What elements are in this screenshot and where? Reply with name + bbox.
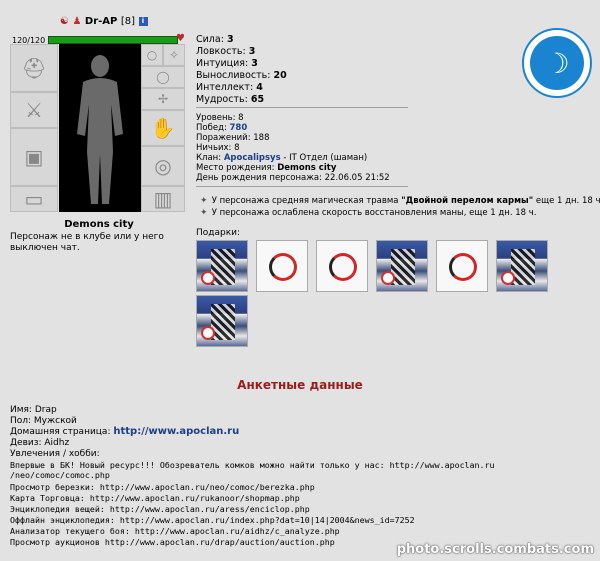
profile-homepage: Домашняя страница: http://www.apoclan.ru	[10, 426, 240, 437]
info-draws: Ничьих: 8	[196, 143, 240, 153]
equipment-paperdoll: ⛑ ⚔ ▣ ▭ ○ ✧ ◯ ✢ ✋ ◎ ▥	[10, 44, 188, 216]
clan-emblem-icon: ☽	[530, 36, 584, 90]
info-clan: Клан: Apocalipsys - IT Отдел (шаман)	[196, 153, 368, 163]
info-level: Уровень: 8	[196, 113, 244, 123]
gift-item[interactable]	[196, 295, 248, 347]
hobby-line: Энциклопедия вещей: http://www.apoclan.r…	[10, 504, 310, 514]
swirl-icon	[449, 253, 477, 281]
effect-trauma: ✦ У персонажа средняя магическая травма …	[200, 196, 600, 206]
homepage-link[interactable]: http://www.apoclan.ru	[113, 426, 239, 437]
gloves-icon: ✋	[150, 116, 176, 140]
gift-item[interactable]	[376, 240, 428, 292]
earring-slot[interactable]: ○	[141, 44, 163, 66]
body-silhouette-icon	[77, 55, 123, 204]
clan-icon[interactable]: ♟	[72, 16, 81, 27]
status-text: Персонаж не в клубе или у него выключен …	[10, 232, 164, 253]
info-birthday: День рождения персонажа: 22.06.05 21:52	[196, 173, 390, 183]
character-name: Dr-AP	[84, 16, 118, 27]
swirl-icon	[329, 253, 357, 281]
gift-item[interactable]	[436, 240, 488, 292]
clan-emblem[interactable]: ☽	[522, 28, 592, 98]
effect-mana: ✦ У персонажа ослаблена скорость восстан…	[200, 208, 537, 218]
watermark: photo.scrolls.combats.com	[396, 542, 594, 557]
hobby-line: Карта Торговца: http://www.apoclan.ru/ru…	[10, 493, 300, 503]
info-wins: Побед: 780	[196, 123, 248, 133]
shield-slot[interactable]: ◎	[141, 146, 185, 186]
clan-link[interactable]: Apocalipsys	[224, 153, 281, 163]
hobby-line: Анализатор текущего боя: http://www.apoc…	[10, 526, 340, 536]
gloves-slot[interactable]: ✋	[141, 110, 185, 146]
stat-intellect: Интеллект: 4	[196, 82, 263, 93]
stat-endurance: Выносливость: 20	[196, 70, 287, 81]
swirl-icon	[269, 253, 297, 281]
stat-agility: Ловкость: 3	[196, 46, 256, 57]
effect-icon: ✦	[200, 196, 208, 206]
belt-icon: ▭	[24, 187, 44, 211]
gift-badge-icon	[201, 271, 215, 285]
shield-icon: ◎	[154, 154, 172, 178]
divider	[196, 186, 408, 187]
profile-name: Имя: Drap	[10, 405, 57, 415]
stat-strength: Сила: 3	[196, 34, 234, 45]
hobby-line: Просмотр березки: http://www.apoclan.ru/…	[10, 482, 315, 492]
helmet-slot[interactable]: ⛑	[10, 44, 58, 92]
ring-icon: ◯	[156, 70, 170, 84]
info-birthplace: Место рождения: Demons city	[196, 163, 337, 173]
gift-item[interactable]	[196, 240, 248, 292]
boots-icon: ▥	[153, 187, 173, 211]
helmet-icon: ⛑	[21, 56, 47, 80]
boots-slot[interactable]: ▥	[141, 186, 185, 212]
bracer-slot[interactable]: ✢	[141, 88, 185, 110]
hobby-line: /neo/comoc/comoc.php	[10, 470, 110, 480]
hobby-line: Впервые в БК! Новый ресурс!!! Обозревате…	[10, 460, 495, 470]
armor-icon: ▣	[24, 145, 44, 169]
gift-badge-icon	[501, 271, 515, 285]
earring-icon: ○	[146, 48, 158, 62]
gift-badge-icon	[201, 326, 215, 340]
gift-badge-icon	[381, 271, 395, 285]
divider	[196, 107, 408, 108]
hobby-line: Оффлайн энциклопедия: http://www.apoclan…	[10, 515, 415, 525]
ring-slot[interactable]: ◯	[141, 66, 185, 88]
profile-hobbies-label: Увлечения / хобби:	[10, 449, 100, 459]
section-title: Анкетные данные	[237, 378, 363, 392]
city-name: Demons city	[64, 219, 134, 230]
bracer-icon: ✢	[157, 92, 169, 106]
hp-bar	[48, 36, 178, 44]
hobby-line: Просмотр аукционов http://www.apoclan.ru…	[10, 537, 335, 547]
align-icon: ☯	[60, 16, 69, 27]
stat-intuition: Интуиция: 3	[196, 58, 258, 69]
character-body	[59, 44, 141, 212]
belt-slot[interactable]: ▭	[10, 186, 58, 212]
info-losses: Поражений: 188	[196, 133, 270, 143]
sword-icon: ⚔	[25, 98, 43, 122]
gift-item[interactable]	[256, 240, 308, 292]
stat-wisdom: Мудрость: 65	[196, 94, 265, 105]
heart-icon: ♥	[176, 33, 185, 44]
character-name-line: ☯ ♟ Dr-AP [8] i	[60, 16, 148, 27]
character-level: [8]	[120, 16, 136, 27]
profile-motto: Девиз: Aidhz	[10, 438, 70, 448]
armor-slot[interactable]: ▣	[10, 128, 58, 186]
gift-item[interactable]	[316, 240, 368, 292]
amulet-icon: ✧	[168, 48, 180, 62]
wins-link[interactable]: 780	[230, 123, 248, 133]
gift-item[interactable]	[496, 240, 548, 292]
effect-icon: ✦	[200, 208, 208, 218]
profile-gender: Пол: Мужской	[10, 416, 77, 426]
weapon-slot[interactable]: ⚔	[10, 92, 58, 128]
gifts-label: Подарки:	[196, 228, 241, 238]
amulet-slot[interactable]: ✧	[163, 44, 185, 66]
info-icon[interactable]: i	[138, 16, 148, 26]
